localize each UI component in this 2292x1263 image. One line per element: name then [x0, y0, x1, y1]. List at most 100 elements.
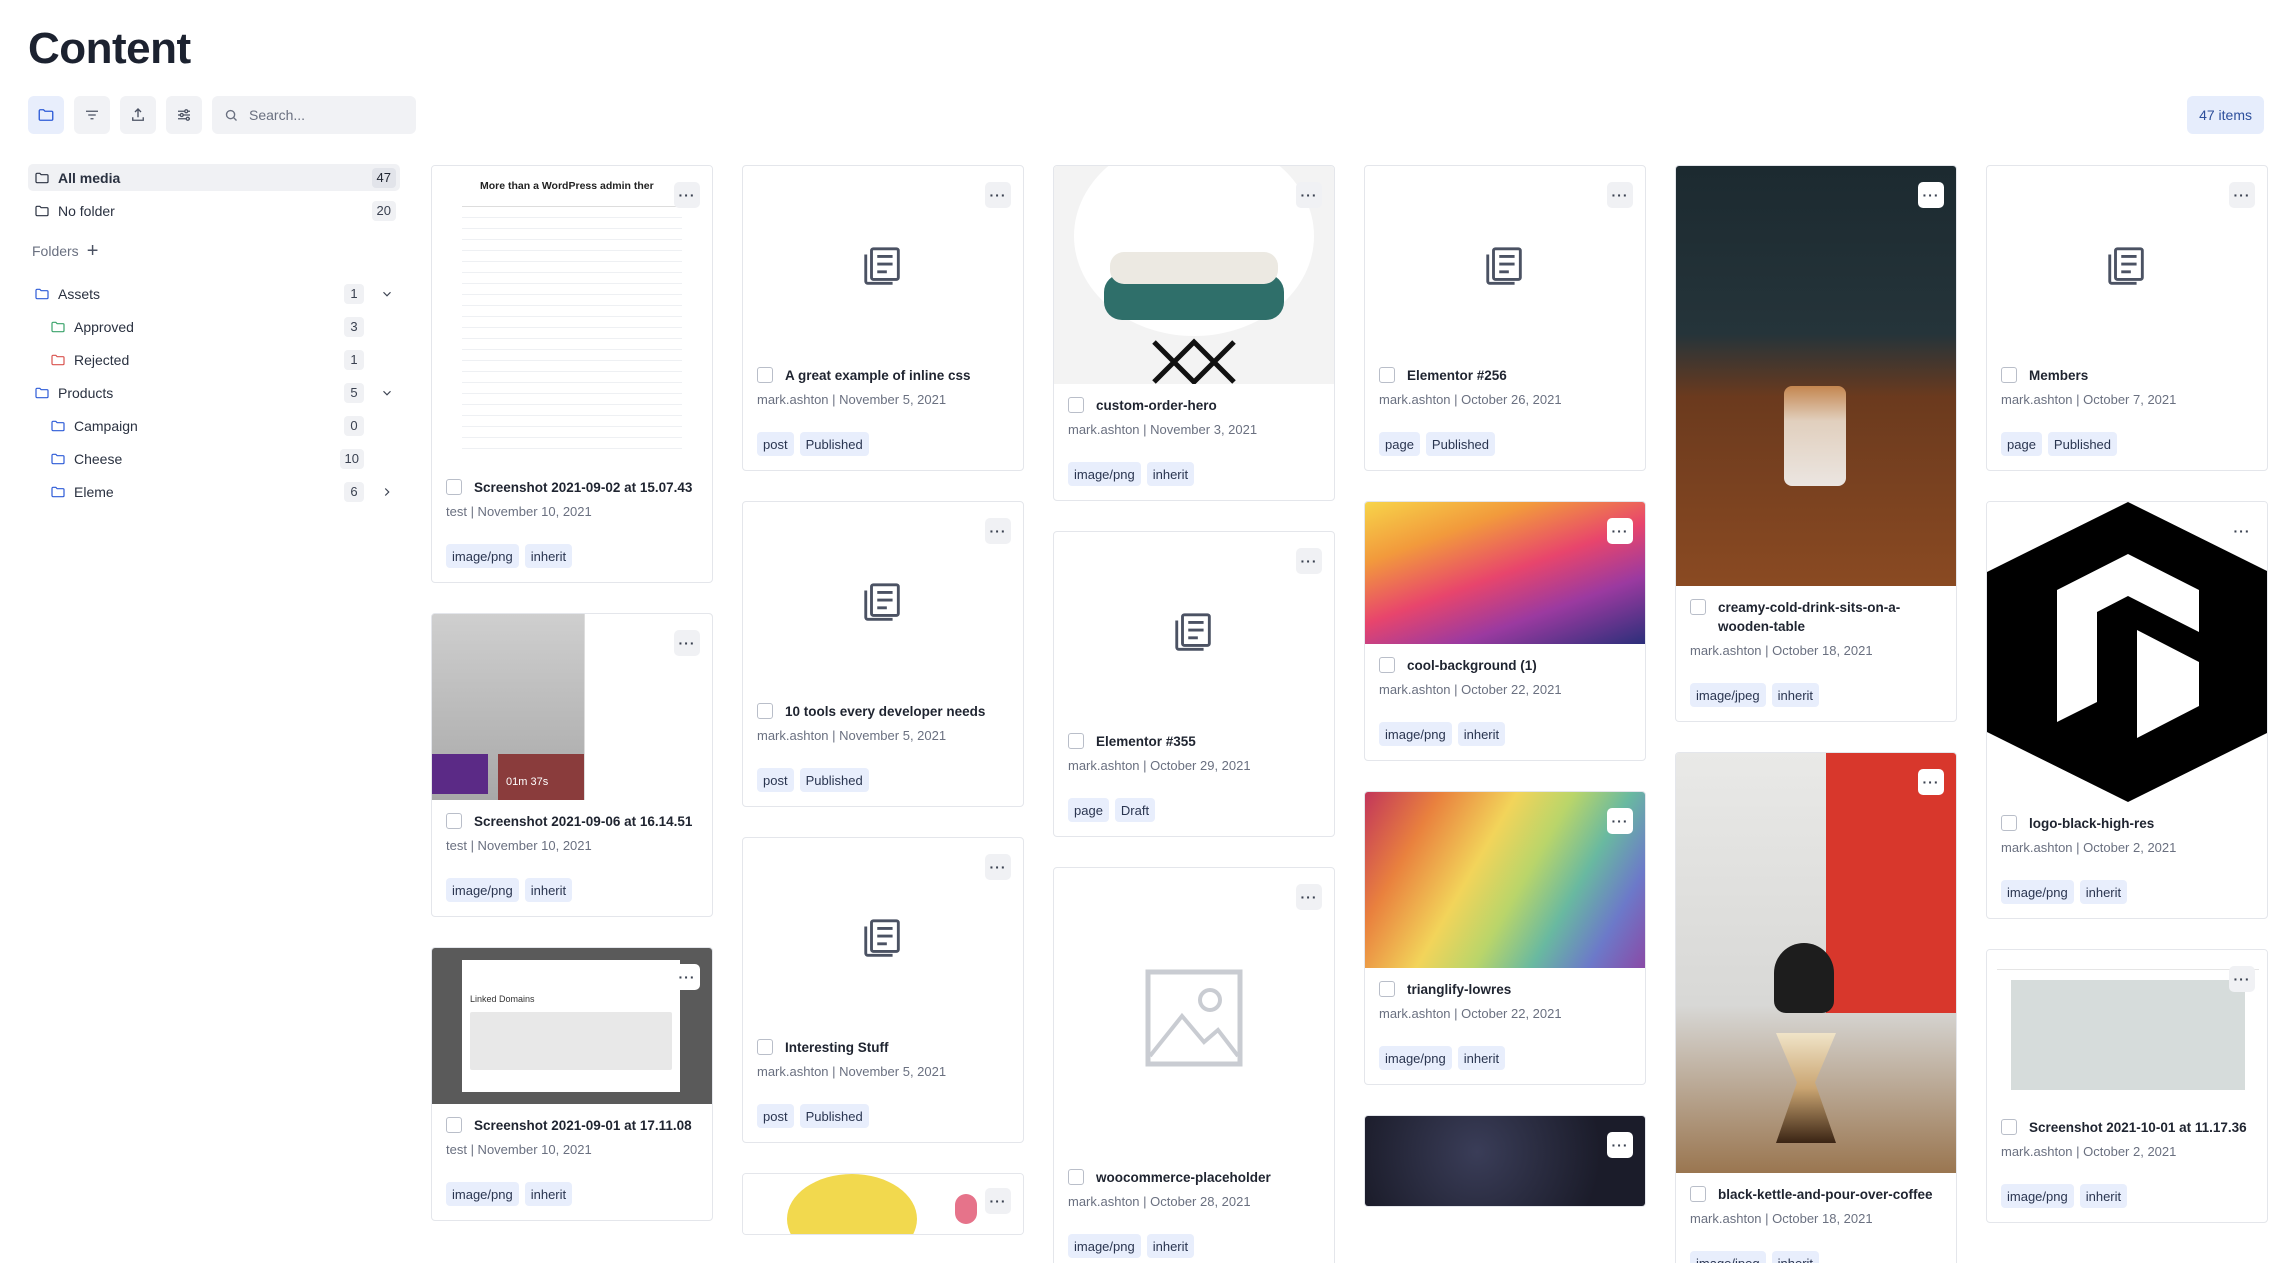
search-box[interactable] [212, 96, 416, 134]
folder-icon [34, 286, 50, 302]
media-card[interactable]: ··· [742, 1173, 1024, 1235]
card-thumbnail[interactable]: 01m 37s [432, 614, 712, 800]
more-options-button[interactable]: ··· [1296, 548, 1322, 574]
select-checkbox[interactable] [446, 479, 462, 495]
add-folder-button[interactable]: + [87, 241, 99, 261]
media-card[interactable]: ··· logo-black-high-res mark.ashton | Oc… [1986, 501, 2268, 919]
folder-icon [38, 109, 54, 121]
settings-button[interactable] [166, 96, 202, 134]
select-checkbox[interactable] [1379, 367, 1395, 383]
media-card[interactable]: ··· Elementor #256 mark.ashton | October… [1364, 165, 1646, 471]
card-thumbnail[interactable] [1054, 166, 1334, 384]
card-thumbnail[interactable]: Linked Domains [432, 948, 712, 1104]
filter-button[interactable] [74, 96, 110, 134]
more-options-button[interactable]: ··· [674, 182, 700, 208]
chevron-down-icon[interactable] [380, 386, 394, 400]
card-title: Screenshot 2021-09-02 at 15.07.43 [474, 480, 693, 495]
more-options-button[interactable]: ··· [985, 854, 1011, 880]
select-checkbox[interactable] [2001, 815, 2017, 831]
select-checkbox[interactable] [1379, 657, 1395, 673]
select-checkbox[interactable] [757, 367, 773, 383]
card-thumbnail[interactable] [1987, 502, 2267, 802]
status-tag: inherit [1146, 1234, 1195, 1258]
sidebar-item-all-media[interactable]: All media 47 [28, 164, 400, 191]
chevron-down-icon[interactable] [380, 287, 394, 301]
card-meta: test | November 10, 2021 [446, 1142, 592, 1157]
more-options-button[interactable]: ··· [2229, 518, 2255, 544]
card-thumbnail[interactable] [743, 1174, 1023, 1234]
search-input[interactable] [249, 107, 399, 123]
media-card[interactable]: More than a WordPress admin ther ··· Scr… [431, 165, 713, 583]
more-options-button[interactable]: ··· [2229, 966, 2255, 992]
media-card[interactable]: ··· creamy-cold-drink-sits-on-a-wooden-t… [1675, 165, 1957, 722]
placeholder-image-icon [1054, 868, 1334, 1168]
card-thumbnail[interactable] [1987, 950, 2267, 1106]
select-checkbox[interactable] [2001, 1119, 2017, 1135]
more-options-button[interactable]: ··· [1607, 182, 1633, 208]
select-checkbox[interactable] [757, 1039, 773, 1055]
select-checkbox[interactable] [446, 813, 462, 829]
media-card[interactable]: Linked Domains ··· Screenshot 2021-09-01… [431, 947, 713, 1221]
filter-icon [86, 110, 98, 120]
card-thumbnail[interactable] [1365, 1116, 1645, 1206]
more-options-button[interactable]: ··· [985, 1188, 1011, 1214]
card-thumbnail[interactable] [1365, 502, 1645, 644]
card-thumbnail[interactable] [1365, 792, 1645, 968]
sidebar-folder-cheese[interactable]: Cheese 10 [28, 445, 400, 472]
sidebar-item-no-folder[interactable]: No folder 20 [28, 197, 400, 224]
select-checkbox[interactable] [1690, 599, 1706, 615]
media-column: ··· Elementor #256 mark.ashton | October… [1364, 165, 1646, 1237]
media-card[interactable]: ··· Screenshot 2021-10-01 at 11.17.36 ma… [1986, 949, 2268, 1223]
select-checkbox[interactable] [1379, 981, 1395, 997]
more-options-button[interactable]: ··· [1296, 884, 1322, 910]
folder-view-button[interactable] [28, 96, 64, 134]
more-options-button[interactable]: ··· [985, 518, 1011, 544]
select-checkbox[interactable] [1690, 1186, 1706, 1202]
media-card[interactable]: ··· 10 tools every developer needs mark.… [742, 501, 1024, 807]
media-card[interactable]: ··· cool-background (1) mark.ashton | Oc… [1364, 501, 1646, 761]
select-checkbox[interactable] [2001, 367, 2017, 383]
more-options-button[interactable]: ··· [985, 182, 1011, 208]
select-checkbox[interactable] [1068, 397, 1084, 413]
media-card[interactable]: ··· woocommerce-placeholder mark.ashton … [1053, 867, 1335, 1263]
sidebar-folder-eleme[interactable]: Eleme 6 [28, 478, 400, 505]
media-card[interactable]: ··· black-kettle-and-pour-over-coffee ma… [1675, 752, 1957, 1263]
more-options-button[interactable]: ··· [674, 630, 700, 656]
media-card[interactable]: ··· custom-order-hero mark.ashton | Nove… [1053, 165, 1335, 501]
select-checkbox[interactable] [1068, 733, 1084, 749]
chevron-right-icon[interactable] [380, 485, 394, 499]
count-badge: 47 [371, 167, 396, 188]
mime-tag: image/png [446, 878, 519, 902]
items-count-badge: 47 items [2187, 96, 2264, 134]
media-card[interactable]: 01m 37s ··· Screenshot 2021-09-06 at 16.… [431, 613, 713, 917]
more-options-button[interactable]: ··· [674, 964, 700, 990]
more-options-button[interactable]: ··· [1296, 182, 1322, 208]
more-options-button[interactable]: ··· [1607, 1132, 1633, 1158]
page-title: Content [28, 24, 191, 73]
more-options-button[interactable]: ··· [1607, 518, 1633, 544]
media-card[interactable]: ··· Interesting Stuff mark.ashton | Nove… [742, 837, 1024, 1143]
media-card[interactable]: ··· Members mark.ashton | October 7, 202… [1986, 165, 2268, 471]
select-checkbox[interactable] [757, 703, 773, 719]
card-thumbnail[interactable] [1676, 753, 1956, 1173]
sidebar-folder-assets[interactable]: Assets 1 [28, 280, 400, 307]
card-thumbnail[interactable] [1676, 166, 1956, 586]
more-options-button[interactable]: ··· [1607, 808, 1633, 834]
media-card[interactable]: ··· [1364, 1115, 1646, 1207]
status-tag: Published [799, 1104, 869, 1128]
media-card[interactable]: ··· trianglify-lowres mark.ashton | Octo… [1364, 791, 1646, 1085]
upload-button[interactable] [120, 96, 156, 134]
sidebar-folder-rejected[interactable]: Rejected 1 [28, 346, 400, 373]
media-card[interactable]: ··· A great example of inline css mark.a… [742, 165, 1024, 471]
media-card[interactable]: ··· Elementor #355 mark.ashton | October… [1053, 531, 1335, 837]
select-checkbox[interactable] [1068, 1169, 1084, 1185]
more-options-button[interactable]: ··· [1918, 182, 1944, 208]
sidebar-folder-campaign[interactable]: Campaign 0 [28, 412, 400, 439]
sidebar-item-label: Approved [74, 318, 134, 335]
sidebar-folder-products[interactable]: Products 5 [28, 379, 400, 406]
sidebar-folder-approved[interactable]: Approved 3 [28, 313, 400, 340]
more-options-button[interactable]: ··· [1918, 769, 1944, 795]
more-options-button[interactable]: ··· [2229, 182, 2255, 208]
select-checkbox[interactable] [446, 1117, 462, 1133]
card-thumbnail[interactable]: More than a WordPress admin ther [432, 166, 712, 466]
